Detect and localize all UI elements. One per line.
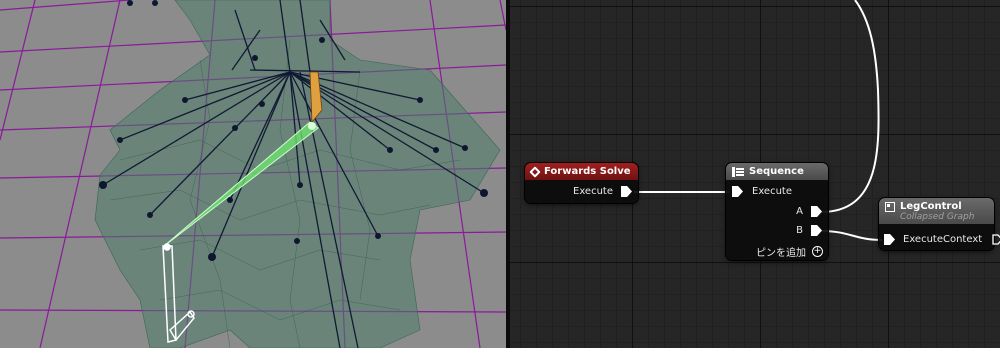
- leg-control-title: LegControl: [900, 201, 962, 212]
- sequence-b-row: B: [796, 225, 822, 236]
- character-mesh: [94, 0, 501, 348]
- add-pin-icon[interactable]: +: [812, 246, 823, 257]
- viewport-scene: [0, 0, 506, 348]
- forwards-solve-title: Forwards Solve: [544, 166, 631, 177]
- leg-control-output-pin[interactable]: [992, 234, 1000, 245]
- leg-control-header[interactable]: LegControl Collapsed Graph: [879, 198, 994, 224]
- viewport-3d[interactable]: [0, 0, 506, 348]
- wire-b: [820, 230, 883, 241]
- sequence-add-pin-row[interactable]: ピンを追加 +: [756, 244, 823, 259]
- sequence-execute-label: Execute: [752, 186, 792, 197]
- forwards-solve-execute-label: Execute: [573, 186, 613, 197]
- forwards-solve-header[interactable]: Forwards Solve: [525, 163, 638, 180]
- leg-control-node[interactable]: LegControl Collapsed Graph ExecuteContex…: [879, 198, 1000, 250]
- collapsed-graph-icon: [885, 202, 895, 212]
- sequence-title: Sequence: [749, 166, 804, 177]
- sequence-node[interactable]: Sequence Execute A B ピンを追加 +: [726, 163, 828, 260]
- sequence-add-pin-label[interactable]: ピンを追加: [756, 244, 806, 259]
- forwards-solve-node[interactable]: Forwards Solve Execute: [525, 163, 638, 203]
- sequence-b-label: B: [796, 225, 803, 236]
- forwards-solve-execute-pin[interactable]: [621, 186, 632, 197]
- sequence-a-pin[interactable]: [811, 206, 822, 217]
- leg-control-execute-context-label: ExecuteContext: [903, 234, 983, 245]
- leg-control-subtitle: Collapsed Graph: [900, 212, 975, 222]
- sequence-a-label: A: [796, 206, 803, 217]
- sequence-header[interactable]: Sequence: [726, 163, 828, 180]
- sequence-icon: [732, 166, 744, 177]
- forwards-solve-execute-row: Execute: [573, 186, 632, 197]
- sequence-b-pin[interactable]: [811, 225, 822, 236]
- graph-editor[interactable]: Forwards Solve Execute Sequence Execute …: [510, 0, 1000, 348]
- wire-a: [820, 0, 880, 213]
- sequence-execute-pin[interactable]: [732, 186, 743, 197]
- sequence-a-row: A: [796, 206, 822, 217]
- sequence-execute-row: Execute: [732, 186, 792, 197]
- leg-control-execute-context-row: ExecuteContext: [884, 234, 1000, 245]
- event-diamond-icon: [529, 165, 541, 178]
- leg-control-input-pin[interactable]: [884, 234, 895, 245]
